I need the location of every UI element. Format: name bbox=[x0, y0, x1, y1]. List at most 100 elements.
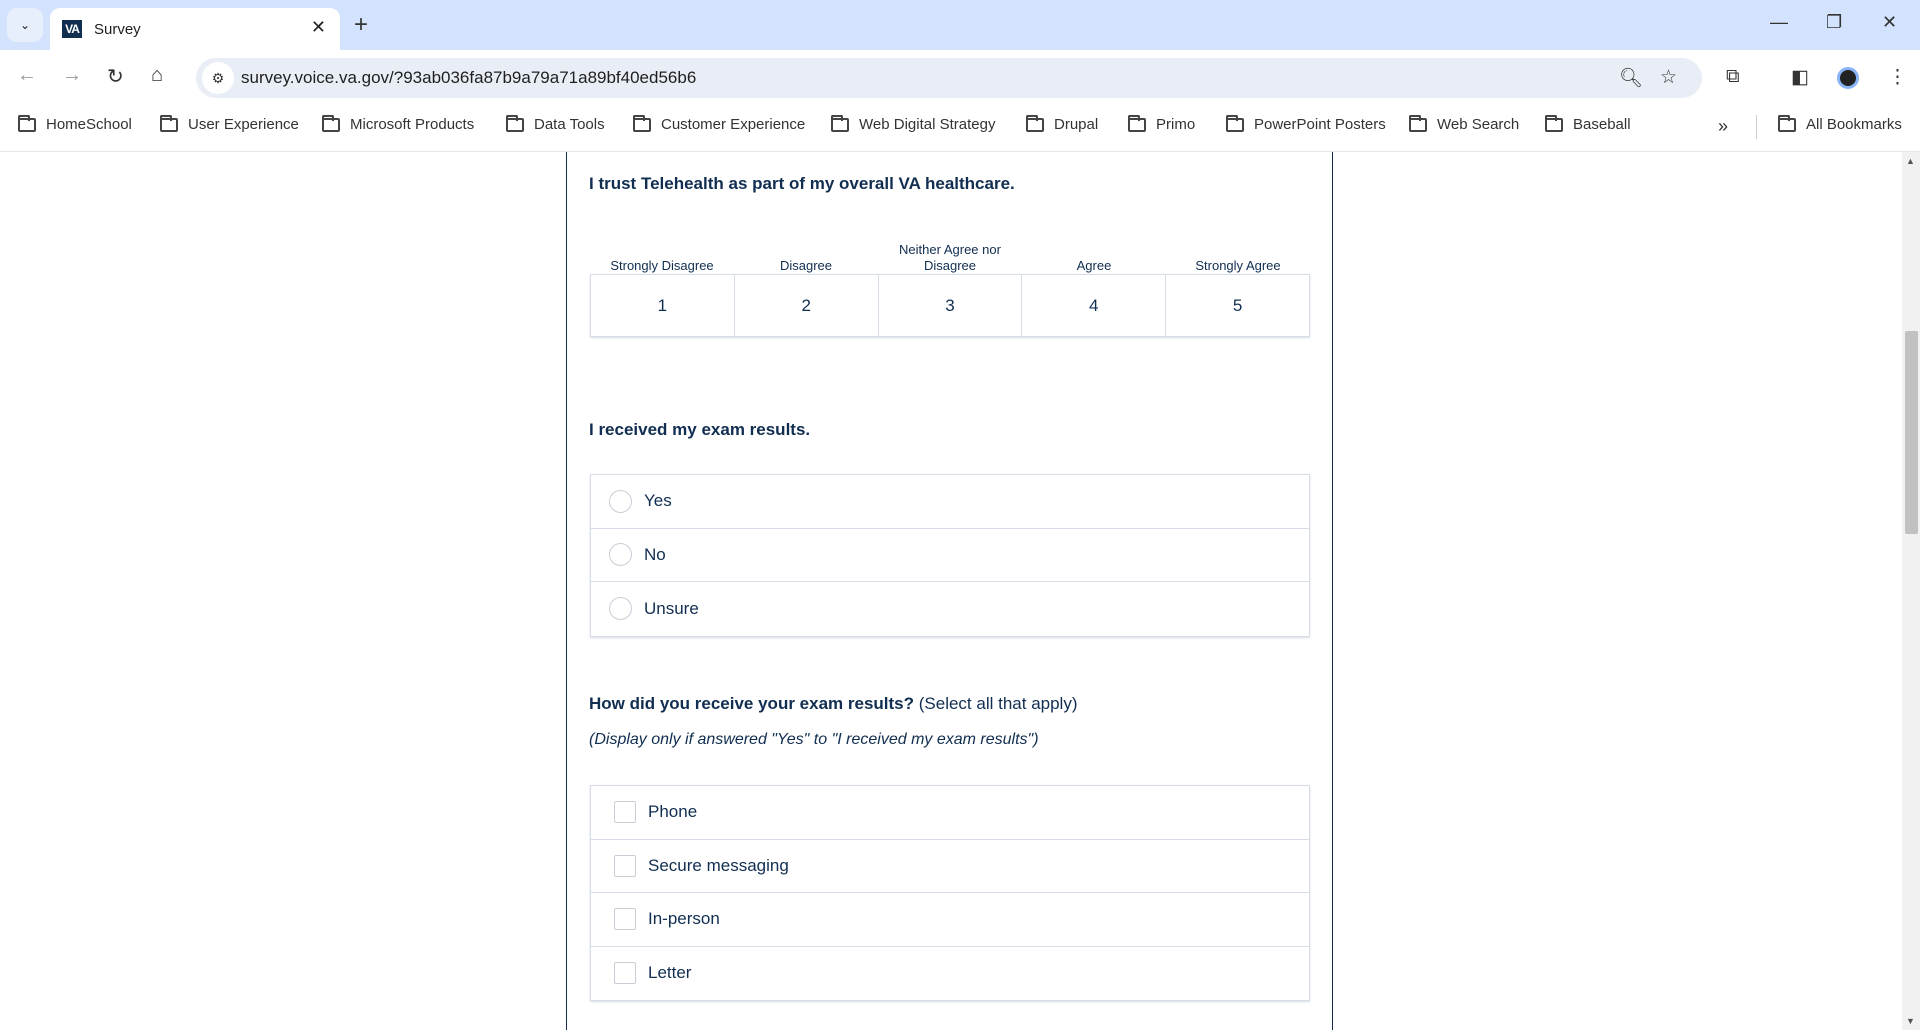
bookmark-user-experience[interactable]: User Experience bbox=[160, 114, 299, 133]
radio-button[interactable] bbox=[609, 597, 632, 621]
checkbox-group: Phone Secure messaging In-person Letter bbox=[590, 785, 1310, 1001]
bookmark-label: Customer Experience bbox=[661, 116, 806, 133]
bookmark-powerpoint-posters[interactable]: PowerPoint Posters bbox=[1226, 114, 1386, 133]
folder-icon bbox=[506, 114, 524, 132]
back-icon[interactable]: ← bbox=[17, 64, 37, 87]
checkbox-option-phone[interactable]: Phone bbox=[591, 786, 1309, 840]
tab-search-button[interactable]: ⌄ bbox=[7, 8, 43, 42]
question-received-results: I received my exam results. bbox=[589, 420, 811, 439]
checkbox[interactable] bbox=[614, 801, 636, 824]
folder-icon bbox=[18, 114, 36, 132]
radio-group: Yes No Unsure bbox=[590, 474, 1310, 637]
side-panel-icon[interactable]: ◧ bbox=[1791, 66, 1809, 89]
bookmark-label: Microsoft Products bbox=[350, 116, 475, 133]
tab-survey[interactable]: VA Survey ✕ bbox=[50, 8, 340, 50]
option-label: Phone bbox=[648, 802, 698, 822]
folder-icon bbox=[1545, 114, 1563, 132]
bookmark-label: User Experience bbox=[188, 116, 299, 133]
folder-icon bbox=[1026, 114, 1044, 132]
bookmark-homeschool[interactable]: HomeSchool bbox=[18, 114, 132, 133]
folder-icon bbox=[1128, 114, 1146, 132]
bookmark-baseball[interactable]: Baseball bbox=[1545, 114, 1631, 133]
minimize-icon[interactable]: — bbox=[1770, 12, 1788, 33]
option-label: In-person bbox=[648, 909, 720, 929]
bookmark-label: Web Digital Strategy bbox=[859, 116, 996, 133]
reload-icon[interactable]: ↻ bbox=[107, 64, 124, 89]
forward-icon[interactable]: → bbox=[62, 64, 82, 87]
scale-option-4[interactable]: 4 bbox=[1022, 275, 1167, 336]
bookmark-all-bookmarks[interactable]: All Bookmarks bbox=[1778, 114, 1902, 133]
bookmark-microsoft-products[interactable]: Microsoft Products bbox=[322, 114, 475, 133]
tab-title: Survey bbox=[94, 20, 141, 38]
bookmark-label: HomeSchool bbox=[46, 116, 132, 133]
address-bar[interactable]: ⚙ survey.voice.va.gov/?93ab036fa87b9a79a… bbox=[196, 58, 1702, 98]
scale-label: Neither Agree nor Disagree bbox=[899, 242, 1001, 273]
scale-label: Disagree bbox=[779, 258, 833, 273]
folder-icon bbox=[633, 114, 651, 132]
question-text: How did you receive your exam results? bbox=[589, 694, 915, 713]
scroll-down-icon[interactable]: ▼ bbox=[1906, 1016, 1915, 1026]
bookmark-drupal[interactable]: Drupal bbox=[1026, 114, 1099, 133]
checkbox-option-in-person[interactable]: In-person bbox=[591, 893, 1309, 947]
likert-scale: 1 2 3 4 5 bbox=[590, 274, 1310, 337]
restore-icon[interactable]: ❐ bbox=[1826, 12, 1842, 33]
profile-avatar[interactable] bbox=[1837, 67, 1859, 89]
bookmark-data-tools[interactable]: Data Tools bbox=[506, 114, 605, 133]
scale-option-2[interactable]: 2 bbox=[735, 275, 879, 336]
scrollbar-thumb[interactable] bbox=[1905, 331, 1918, 534]
bookmark-label: Drupal bbox=[1054, 116, 1099, 133]
bookmark-web-digital-strategy[interactable]: Web Digital Strategy bbox=[831, 114, 996, 133]
scale-option-5[interactable]: 5 bbox=[1166, 275, 1309, 336]
question-trust-telehealth: I trust Telehealth as part of my overall… bbox=[589, 174, 1015, 193]
question-hint: (Select all that apply) bbox=[918, 694, 1078, 713]
scroll-up-icon[interactable]: ▲ bbox=[1906, 156, 1915, 166]
radio-option-no[interactable]: No bbox=[591, 529, 1309, 582]
bookmark-label: PowerPoint Posters bbox=[1254, 116, 1386, 133]
folder-icon bbox=[1409, 114, 1427, 132]
option-label: No bbox=[644, 544, 666, 564]
checkbox[interactable] bbox=[614, 854, 636, 877]
browser-toolbar: ← → ↻ ⌂ ⚙ survey.voice.va.gov/?93ab036fa… bbox=[0, 50, 1920, 103]
bookmark-label: Baseball bbox=[1573, 116, 1631, 133]
bookmark-primo[interactable]: Primo bbox=[1128, 114, 1196, 133]
radio-option-yes[interactable]: Yes bbox=[591, 475, 1309, 529]
new-tab-button[interactable]: + bbox=[354, 11, 368, 39]
folder-icon bbox=[160, 114, 178, 132]
checkbox[interactable] bbox=[614, 908, 636, 931]
folder-icon bbox=[1778, 114, 1796, 132]
scale-label: Strongly Agree bbox=[1195, 258, 1281, 273]
scale-option-1[interactable]: 1 bbox=[591, 275, 735, 336]
close-window-icon[interactable]: ✕ bbox=[1882, 12, 1897, 33]
option-label: Letter bbox=[648, 963, 692, 983]
option-label: Unsure bbox=[644, 598, 699, 618]
extensions-icon[interactable]: ⧉ bbox=[1726, 66, 1740, 88]
option-label: Yes bbox=[644, 491, 672, 511]
question-how-received: How did you receive your exam results? (… bbox=[589, 694, 1078, 714]
checkbox-option-secure-messaging[interactable]: Secure messaging bbox=[591, 840, 1309, 893]
menu-icon[interactable]: ⋮ bbox=[1888, 66, 1907, 89]
home-icon[interactable]: ⌂ bbox=[151, 64, 163, 87]
url-text[interactable]: survey.voice.va.gov/?93ab036fa87b9a79a71… bbox=[241, 68, 696, 88]
more-bookmarks-icon[interactable]: » bbox=[1718, 116, 1728, 137]
radio-option-unsure[interactable]: Unsure bbox=[591, 582, 1309, 636]
bookmark-label: All Bookmarks bbox=[1806, 116, 1902, 133]
close-tab-icon[interactable]: ✕ bbox=[311, 17, 326, 38]
checkbox-option-letter[interactable]: Letter bbox=[591, 947, 1309, 1001]
va-favicon-icon: VA bbox=[62, 20, 82, 38]
bookmark-label: Primo bbox=[1156, 116, 1196, 133]
scale-option-3[interactable]: 3 bbox=[879, 275, 1023, 336]
checkbox[interactable] bbox=[614, 962, 636, 985]
scale-label: Agree bbox=[1076, 258, 1112, 273]
bookmark-web-search[interactable]: Web Search bbox=[1409, 114, 1520, 133]
radio-button[interactable] bbox=[609, 489, 632, 513]
radio-button[interactable] bbox=[609, 543, 632, 567]
scale-labels: Strongly Disagree Disagree Neither Agree… bbox=[590, 226, 1310, 274]
bookmark-label: Web Search bbox=[1437, 116, 1520, 133]
zoom-icon[interactable]: 🔍︎ bbox=[1619, 66, 1643, 90]
tab-bar: ⌄ VA Survey ✕ + — ❐ ✕ bbox=[0, 0, 1920, 50]
site-info-icon[interactable]: ⚙ bbox=[202, 62, 234, 94]
bookmark-customer-experience[interactable]: Customer Experience bbox=[633, 114, 806, 133]
vertical-scrollbar[interactable]: ▲ ▼ bbox=[1902, 152, 1920, 1030]
bookmarks-bar: HomeSchool User Experience Microsoft Pro… bbox=[0, 103, 1920, 152]
bookmark-star-icon[interactable]: ☆ bbox=[1660, 66, 1677, 89]
